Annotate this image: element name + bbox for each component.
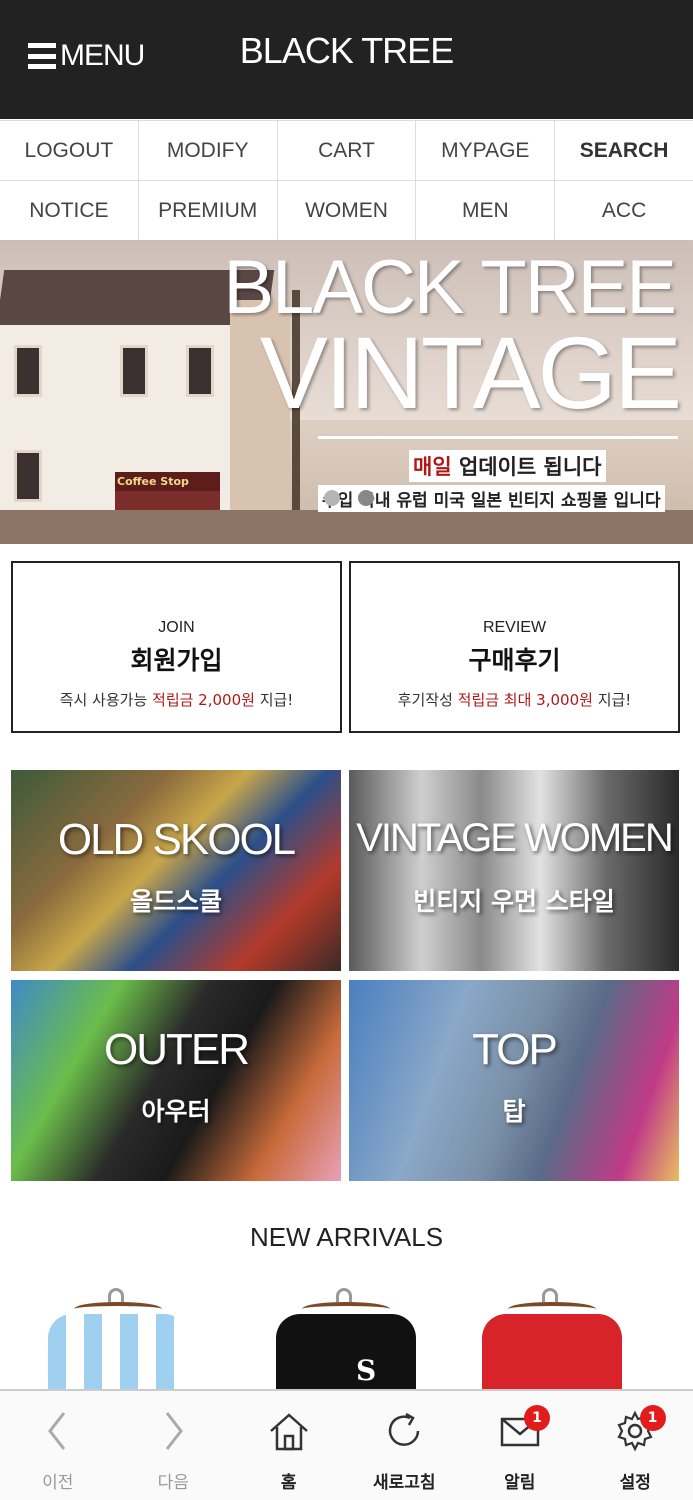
home-button[interactable]: 홈 — [231, 1391, 347, 1500]
old-skool-image — [11, 770, 341, 971]
argentina-jersey-image — [48, 1314, 188, 1390]
nav-search[interactable]: SEARCH — [555, 121, 693, 180]
settings-button[interactable]: 1 설정 — [578, 1391, 693, 1500]
carousel-dot[interactable] — [324, 490, 340, 506]
carousel-dot-active[interactable] — [358, 490, 374, 506]
join-desc-pre: 즉시 사용가능 — [59, 691, 153, 709]
hero-title-line1: BLACK TREE — [223, 245, 677, 330]
review-desc-post: 지급! — [592, 691, 632, 709]
product-card[interactable]: S — [256, 1284, 436, 1390]
hero-subtitle: 매일 업데이트 됩니다 — [409, 450, 606, 482]
refresh-icon — [389, 1412, 420, 1446]
top-image — [349, 980, 679, 1181]
nav-men[interactable]: MEN — [416, 181, 556, 240]
hero-window — [14, 345, 42, 397]
vintage-women-subtitle: 빈티지 우먼 스타일 — [413, 887, 615, 916]
bottom-nav-bar: 이전 다음 홈 새로고침 1 알림 1 설정 — [0, 1389, 693, 1500]
back-arrow-icon — [47, 1412, 65, 1450]
liverpool-jersey-image — [482, 1314, 622, 1390]
review-promo-box[interactable]: REVIEW 구매후기 후기작성 적립금 최대 3,000원 지급! — [349, 561, 680, 733]
nav-row-2: NOTICE PREMIUM WOMEN MEN ACC — [0, 181, 693, 241]
outer-subtitle: 아우터 — [141, 1097, 211, 1126]
tshirt-logo: S — [356, 1354, 377, 1387]
nav-cart[interactable]: CART — [278, 121, 417, 180]
forward-label: 다음 — [157, 1473, 189, 1493]
top-title: TOP — [472, 1025, 558, 1074]
refresh-button[interactable]: 새로고침 — [347, 1391, 463, 1500]
join-promo-en: JOIN — [158, 619, 195, 636]
hero-banner[interactable]: Coffee Stop BLACK TREE VINTAGE 매일 업데이트 됩… — [0, 240, 693, 544]
outer-image — [11, 980, 341, 1181]
hanger-icon — [108, 1288, 124, 1302]
vintage-women-image — [349, 770, 679, 971]
vintage-women-title: VINTAGE WOMEN — [356, 816, 673, 860]
review-desc-highlight: 적립금 최대 3,000원 — [457, 691, 593, 709]
outer-title: OUTER — [104, 1025, 250, 1074]
review-promo-en: REVIEW — [482, 619, 547, 636]
nav-modify[interactable]: MODIFY — [139, 121, 278, 180]
hero-subtitle-rest: 업데이트 됩니다 — [451, 455, 602, 479]
category-top[interactable]: TOP 탑 — [349, 980, 679, 1181]
top-nav: LOGOUT MODIFY CART MYPAGE SEARCH NOTICE … — [0, 120, 693, 241]
hero-window — [186, 345, 214, 397]
join-desc-highlight: 적립금 2,000원 — [152, 691, 255, 709]
hero-window — [120, 345, 148, 397]
review-promo-desc: 후기작성 적립금 최대 3,000원 지급! — [351, 689, 678, 710]
forward-button[interactable]: 다음 — [116, 1391, 232, 1500]
product-card[interactable] — [28, 1284, 208, 1390]
nav-mypage[interactable]: MYPAGE — [416, 121, 556, 180]
category-vintage-women[interactable]: VINTAGE WOMEN 빈티지 우먼 스타일 — [349, 770, 679, 971]
notification-badge: 1 — [524, 1405, 550, 1431]
review-promo-title: 구매후기 — [468, 646, 561, 675]
hanger-icon — [336, 1288, 352, 1302]
nav-premium[interactable]: PREMIUM — [139, 181, 278, 240]
home-icon — [269, 1413, 308, 1451]
top-subtitle: 탑 — [502, 1097, 526, 1126]
nav-logout[interactable]: LOGOUT — [0, 121, 139, 180]
join-desc-post: 지급! — [254, 691, 294, 709]
nav-acc[interactable]: ACC — [555, 181, 693, 240]
home-label: 홈 — [280, 1473, 297, 1493]
old-skool-subtitle: 올드스쿨 — [129, 887, 222, 916]
app-header: MENU BLACK TREE — [0, 0, 693, 119]
hero-subtitle-highlight: 매일 — [413, 455, 452, 479]
hero-window — [14, 450, 42, 502]
notifications-label: 알림 — [504, 1473, 536, 1493]
hero-shop-sign: Coffee Stop — [115, 472, 220, 491]
join-promo-box[interactable]: JOIN 회원가입 즉시 사용가능 적립금 2,000원 지급! — [11, 561, 342, 733]
product-card[interactable] — [462, 1284, 642, 1390]
nav-row-1: LOGOUT MODIFY CART MYPAGE SEARCH — [0, 121, 693, 181]
forward-arrow-icon — [166, 1412, 184, 1450]
notifications-button[interactable]: 1 알림 — [462, 1391, 578, 1500]
site-title[interactable]: BLACK TREE — [0, 30, 693, 72]
back-button[interactable]: 이전 — [0, 1391, 116, 1500]
refresh-label: 새로고침 — [372, 1473, 436, 1493]
review-desc-pre: 후기작성 — [397, 691, 458, 709]
hanger-icon — [542, 1288, 558, 1302]
back-label: 이전 — [42, 1473, 74, 1493]
category-outer[interactable]: OUTER 아우터 — [11, 980, 341, 1181]
hero-street — [0, 510, 693, 544]
nav-notice[interactable]: NOTICE — [0, 181, 139, 240]
join-promo-desc: 즉시 사용가능 적립금 2,000원 지급! — [13, 689, 340, 710]
join-promo-title: 회원가입 — [130, 646, 223, 675]
hero-divider — [318, 436, 678, 439]
category-old-skool[interactable]: OLD SKOOL 올드스쿨 — [11, 770, 341, 971]
new-arrivals-title: NEW ARRIVALS — [249, 1222, 444, 1252]
hero-title-line2: VINTAGE — [259, 316, 682, 430]
settings-badge: 1 — [639, 1405, 666, 1431]
nav-women[interactable]: WOMEN — [278, 181, 417, 240]
old-skool-title: OLD SKOOL — [57, 815, 296, 864]
black-tshirt-image: S — [276, 1314, 416, 1390]
settings-label: 설정 — [619, 1473, 651, 1493]
